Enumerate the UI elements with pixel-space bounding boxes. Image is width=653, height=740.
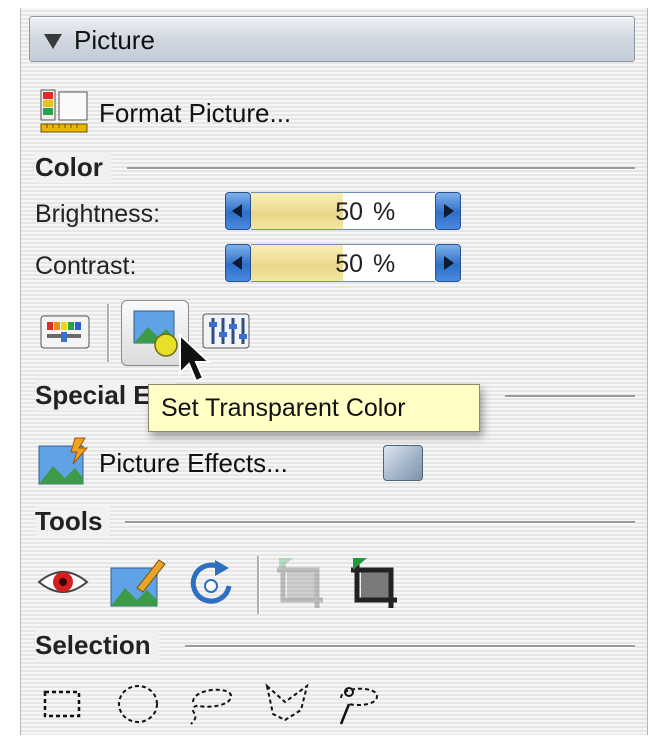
decrease-arrow-icon[interactable] bbox=[225, 244, 251, 282]
brightness-label: Brightness: bbox=[35, 200, 161, 228]
tools-section-label: Tools bbox=[35, 506, 111, 537]
format-picture-button[interactable]: Format Picture... bbox=[39, 86, 439, 136]
picture-panel: Picture Format Picture... Color Brightne… bbox=[20, 8, 648, 735]
picture-effects-icon bbox=[38, 437, 89, 485]
color-section-header: Color bbox=[35, 152, 635, 183]
tooltip: Set Transparent Color bbox=[148, 384, 480, 432]
crop-icon[interactable] bbox=[347, 556, 403, 610]
decrease-arrow-icon[interactable] bbox=[225, 192, 251, 230]
section-divider bbox=[185, 645, 635, 648]
picture-effects-button[interactable]: Picture Effects... bbox=[35, 436, 375, 488]
contrast-field[interactable]: 50 % bbox=[251, 244, 435, 282]
oval-marquee-icon[interactable] bbox=[113, 680, 163, 728]
color-section-label: Color bbox=[35, 152, 111, 183]
polygon-lasso-icon[interactable] bbox=[261, 680, 315, 728]
brightness-value: 50 bbox=[335, 198, 363, 226]
lasso-icon[interactable] bbox=[185, 680, 239, 728]
selection-section-label: Selection bbox=[35, 630, 159, 661]
rectangle-marquee-icon[interactable] bbox=[39, 684, 85, 724]
contrast-value: 50 bbox=[335, 250, 363, 278]
tools-section-header: Tools bbox=[35, 506, 635, 537]
red-eye-icon[interactable] bbox=[35, 560, 91, 604]
magic-wand-icon[interactable] bbox=[333, 680, 387, 728]
section-divider bbox=[505, 395, 635, 398]
brightness-unit: % bbox=[373, 198, 396, 226]
crop-icon-disabled bbox=[277, 558, 323, 608]
set-transparent-color-icon bbox=[133, 310, 178, 357]
effects-color-swatch[interactable] bbox=[383, 445, 423, 481]
picture-effects-label: Picture Effects... bbox=[99, 448, 288, 478]
tooltip-text: Set Transparent Color bbox=[161, 394, 406, 422]
increase-arrow-icon[interactable] bbox=[435, 244, 461, 282]
edit-picture-icon[interactable] bbox=[107, 554, 167, 610]
section-divider bbox=[127, 167, 635, 170]
brightness-stepper[interactable]: 50 % bbox=[225, 192, 461, 230]
section-divider bbox=[125, 521, 635, 524]
format-picture-icon bbox=[40, 89, 88, 133]
brightness-row: Brightness: 50 % bbox=[35, 192, 635, 232]
mouse-pointer-icon bbox=[179, 333, 212, 383]
toolbar-divider bbox=[257, 556, 260, 614]
contrast-row: Contrast: 50 % bbox=[35, 244, 635, 284]
format-picture-label: Format Picture... bbox=[99, 98, 292, 128]
panel-titlebar[interactable]: Picture bbox=[29, 16, 635, 62]
disclosure-triangle-icon[interactable] bbox=[44, 34, 62, 49]
toolbar-divider bbox=[107, 304, 110, 362]
rotate-icon[interactable] bbox=[185, 556, 241, 610]
recolor-icon[interactable] bbox=[37, 310, 93, 354]
brightness-field[interactable]: 50 % bbox=[251, 192, 435, 230]
panel-title: Picture bbox=[74, 25, 155, 55]
contrast-stepper[interactable]: 50 % bbox=[225, 244, 461, 282]
contrast-label: Contrast: bbox=[35, 252, 137, 280]
increase-arrow-icon[interactable] bbox=[435, 192, 461, 230]
selection-section-header: Selection bbox=[35, 630, 635, 661]
contrast-unit: % bbox=[373, 250, 396, 278]
